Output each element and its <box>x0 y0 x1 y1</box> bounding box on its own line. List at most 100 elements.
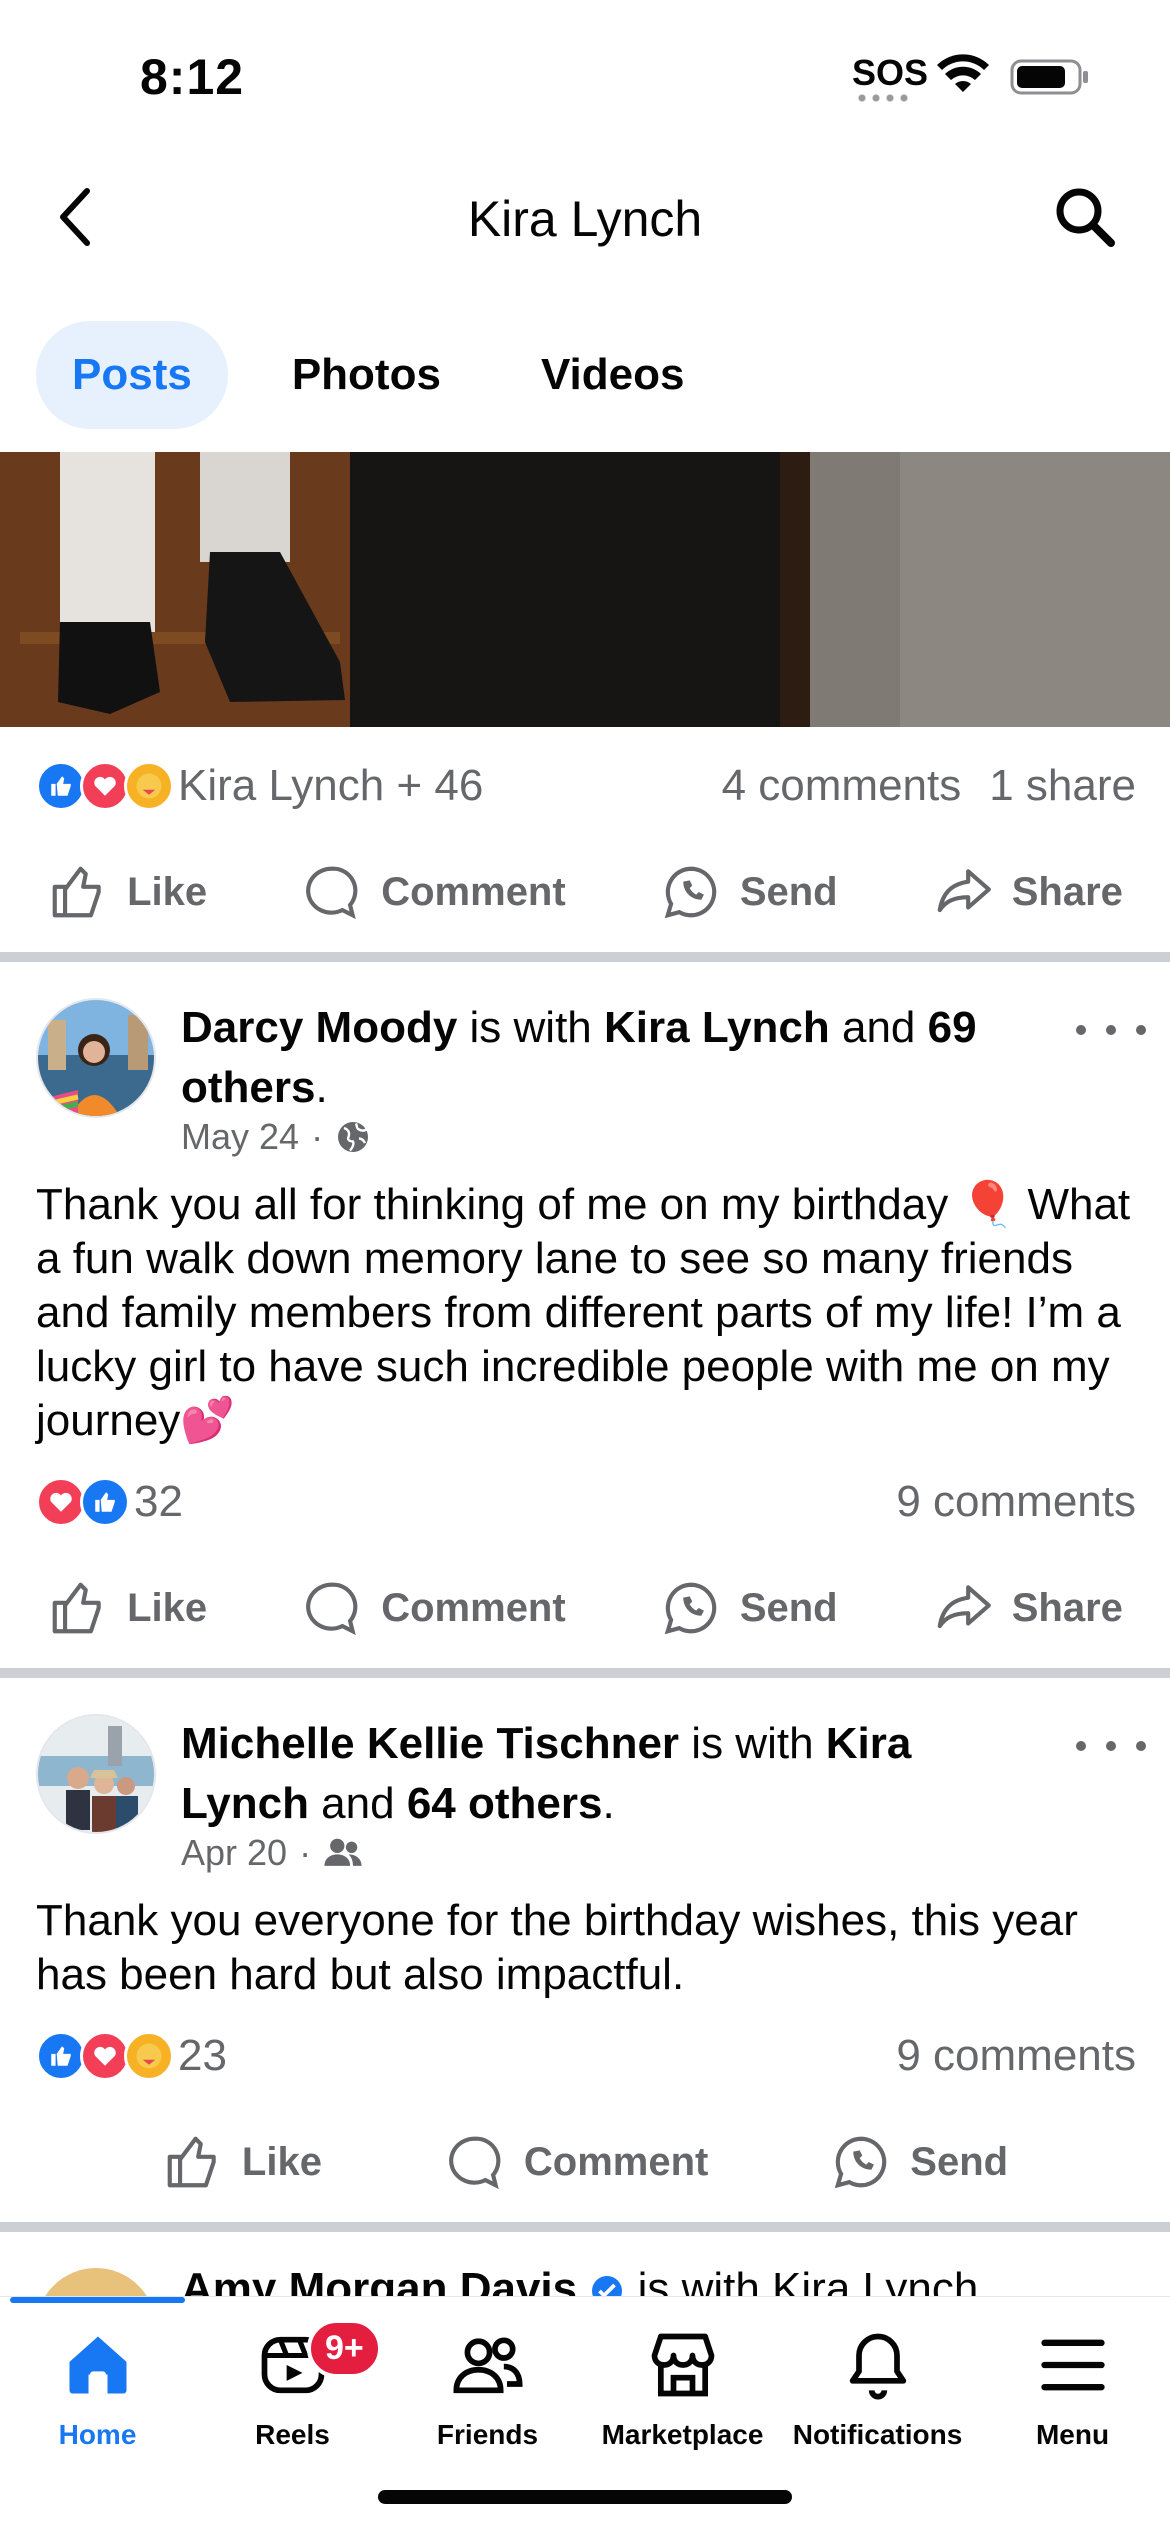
like-label: Like <box>241 2139 322 2184</box>
comment-icon <box>306 1582 358 1636</box>
like-button[interactable]: Like <box>47 861 207 923</box>
others-link[interactable]: 64 others <box>407 1779 603 1828</box>
post-actions: Like Comment Send Share <box>0 852 1170 932</box>
search-icon <box>1056 188 1115 247</box>
nav-menu[interactable]: Menu <box>975 2327 1170 2477</box>
care-reaction-icon <box>124 761 174 811</box>
send-label: Send <box>910 2139 1009 2184</box>
comments-count[interactable]: 9 comments <box>896 2031 1136 2081</box>
friends-icon <box>452 2337 523 2394</box>
comment-label: Comment <box>523 2139 709 2184</box>
reaction-summary[interactable]: 32 9 comments <box>36 1472 1136 1532</box>
and-text: and <box>829 1003 928 1052</box>
wifi-icon <box>937 54 989 92</box>
status-bar: 8:12 SOS <box>0 0 1170 150</box>
comment-button[interactable]: Comment <box>301 861 566 923</box>
nav-marketplace[interactable]: Marketplace <box>585 2327 780 2477</box>
post-author-line: Darcy Moody is with Kira Lynch and 69 ot… <box>181 998 1041 1118</box>
hamburger-menu-icon <box>1040 2339 1105 2391</box>
like-button[interactable]: Like <box>162 2131 322 2193</box>
next-post-peek: Amy Morgan Davis is with Kira Lynch <box>0 2228 1170 2298</box>
share-arrow-icon <box>937 869 991 913</box>
friends-icon <box>324 1838 362 1866</box>
post-meta: Apr 20 · <box>181 1832 363 1874</box>
post-body-text: Thank you all for thinking of me on my b… <box>36 1180 1131 1445</box>
like-reaction-icon <box>36 2031 86 2081</box>
like-label: Like <box>127 869 208 914</box>
nav-reels-label: Reels <box>255 2419 330 2450</box>
thumbs-up-icon <box>52 866 101 918</box>
with-text: is with <box>457 1003 604 1052</box>
reaction-names: Kira Lynch + 46 <box>178 761 484 810</box>
more-options-button[interactable] <box>1076 1726 1146 1766</box>
post-header: Darcy Moody is with Kira Lynch and 69 ot… <box>36 998 1146 1168</box>
reaction-summary[interactable]: Kira Lynch + 46 4 comments 1 share <box>36 756 1136 816</box>
with-text: is with <box>679 1719 826 1768</box>
page-title: Kira Lynch <box>467 191 703 247</box>
author-name[interactable]: Amy Morgan Davis <box>181 2264 577 2298</box>
nav-notifications[interactable]: Notifications <box>780 2327 975 2477</box>
like-reaction-icon <box>80 1477 130 1527</box>
author-avatar[interactable] <box>36 1714 156 1834</box>
post-photo-image <box>0 452 1170 727</box>
status-time: 8:12 <box>140 49 245 105</box>
nav-menu-label: Menu <box>1035 2419 1110 2450</box>
post-date[interactable]: May 24 <box>181 1116 299 1158</box>
globe-icon <box>338 1122 369 1152</box>
period-text: . <box>315 1063 328 1112</box>
post-author-line: Amy Morgan Davis is with Kira Lynch <box>181 2264 978 2298</box>
tab-photos[interactable]: Photos <box>256 321 477 429</box>
share-button[interactable]: Share <box>932 861 1123 923</box>
active-tab-indicator <box>10 2297 185 2303</box>
author-avatar[interactable] <box>36 2268 156 2298</box>
tab-posts[interactable]: Posts <box>36 321 228 429</box>
with-text: is with Kira Lynch <box>637 2264 979 2298</box>
more-options-button[interactable] <box>1076 1010 1146 1050</box>
home-indicator <box>378 2490 792 2504</box>
post-photo[interactable] <box>0 452 1170 727</box>
nav-friends[interactable]: Friends <box>390 2327 585 2477</box>
share-button[interactable]: Share <box>932 1577 1123 1639</box>
thumbs-up-icon <box>52 1582 101 1634</box>
nav-reels[interactable]: 9+ Reels <box>195 2319 390 2477</box>
like-reaction-icon <box>36 761 86 811</box>
content-tabs: Posts Photos Videos <box>36 320 748 430</box>
author-avatar[interactable] <box>36 998 156 1118</box>
share-label: Share <box>1011 1585 1123 1630</box>
shares-count[interactable]: 1 share <box>989 761 1136 811</box>
post-author-line: Michelle Kellie Tischner is with Kira Ly… <box>181 1714 1041 1834</box>
nav-home-label: Home <box>58 2419 137 2450</box>
post-header: Michelle Kellie Tischner is with Kira Ly… <box>36 1714 1146 1884</box>
tab-videos[interactable]: Videos <box>505 321 720 429</box>
comment-icon <box>306 866 358 920</box>
search-button[interactable] <box>1050 182 1120 252</box>
author-name[interactable]: Michelle Kellie Tischner <box>181 1719 679 1768</box>
comment-label: Comment <box>381 869 566 914</box>
bell-icon <box>849 2333 906 2400</box>
post-meta: May 24 · <box>181 1116 371 1158</box>
comments-count[interactable]: 4 comments <box>722 761 962 811</box>
like-button[interactable]: Like <box>47 1577 207 1639</box>
nav-marketplace-label: Marketplace <box>601 2419 764 2450</box>
reaction-summary[interactable]: 23 9 comments <box>36 2026 1136 2086</box>
reaction-count: 23 <box>178 2031 227 2080</box>
send-button[interactable]: Send <box>660 861 838 923</box>
comment-button[interactable]: Comment <box>444 2131 708 2193</box>
battery-icon <box>1010 59 1088 95</box>
send-button[interactable]: Send <box>660 1577 838 1639</box>
author-name[interactable]: Darcy Moody <box>181 1003 457 1052</box>
meta-separator: · <box>299 1832 312 1873</box>
whatsapp-icon <box>834 2136 887 2189</box>
marketplace-icon <box>651 2333 714 2397</box>
post-divider <box>0 1668 1170 1678</box>
period-text: . <box>602 1779 615 1828</box>
comment-button[interactable]: Comment <box>301 1577 566 1639</box>
comments-count[interactable]: 9 comments <box>896 1477 1136 1527</box>
tagged-name[interactable]: Kira Lynch <box>604 1003 830 1052</box>
post-date[interactable]: Apr 20 <box>181 1832 287 1874</box>
care-reaction-icon <box>124 2031 174 2081</box>
whatsapp-icon <box>664 866 717 919</box>
send-button[interactable]: Send <box>830 2131 1008 2193</box>
post-actions: Like Comment Send <box>0 2122 1170 2202</box>
nav-home[interactable]: Home <box>0 2327 195 2477</box>
